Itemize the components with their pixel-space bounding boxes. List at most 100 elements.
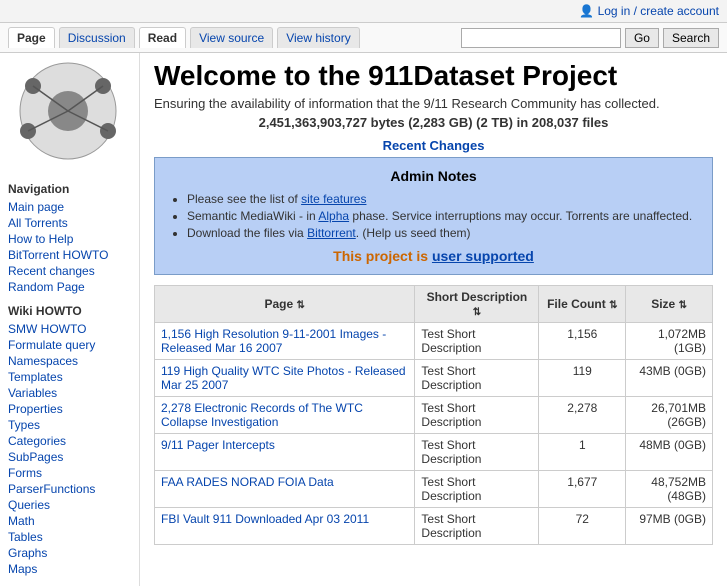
page-link[interactable]: 119 High Quality WTC Site Photos - Relea…	[161, 364, 406, 392]
sort-icon-desc: ⇅	[473, 307, 481, 318]
data-table: Page ⇅ Short Description ⇅ File Count ⇅ …	[154, 285, 713, 545]
bittorrent-link[interactable]: Bittorrent	[307, 226, 356, 240]
sidebar-nav-link[interactable]: How to Help	[8, 232, 131, 246]
search-button[interactable]: Search	[663, 28, 719, 48]
table-cell-page: 119 High Quality WTC Site Photos - Relea…	[155, 359, 415, 396]
sort-icon-size: ⇅	[679, 300, 687, 311]
sort-icon-page: ⇅	[297, 300, 305, 311]
table-row: 1,156 High Resolution 9-11-2001 Images -…	[155, 322, 713, 359]
table-cell-desc: Test Short Description	[415, 359, 539, 396]
wiki-links: SMW HOWTO Formulate query Namespaces Templa…	[8, 322, 131, 576]
sidebar-wiki-link[interactable]: Math	[8, 514, 131, 528]
nav-section-title: Navigation	[8, 182, 131, 196]
sidebar-wiki-link[interactable]: Formulate query	[8, 338, 131, 352]
supported-label: This project is	[333, 248, 432, 264]
table-body: 1,156 High Resolution 9-11-2001 Images -…	[155, 322, 713, 544]
page-title: Welcome to the 911Dataset Project	[154, 61, 713, 92]
tab-view-source[interactable]: View source	[190, 27, 273, 48]
table-cell-desc: Test Short Description	[415, 470, 539, 507]
table-cell-page: 9/11 Pager Intercepts	[155, 433, 415, 470]
search-input[interactable]	[461, 28, 621, 48]
table-cell-size: 48,752MB (48GB)	[626, 470, 713, 507]
sidebar: Navigation Main page All Torrents How to H…	[0, 53, 140, 586]
login-icon: 👤	[579, 4, 594, 18]
table-row: 9/11 Pager Intercepts Test Short Descript…	[155, 433, 713, 470]
sidebar-wiki-link[interactable]: Templates	[8, 370, 131, 384]
page-link[interactable]: 2,278 Electronic Records of The WTC Coll…	[161, 401, 363, 429]
admin-notes-title: Admin Notes	[169, 168, 698, 184]
admin-notes-list: Please see the list of site features Sem…	[169, 192, 698, 240]
alpha-link[interactable]: Alpha	[318, 209, 349, 223]
table-cell-desc: Test Short Description	[415, 322, 539, 359]
table-cell-count: 1,156	[539, 322, 626, 359]
table-cell-size: 26,701MB (26GB)	[626, 396, 713, 433]
user-supported-link[interactable]: user supported	[432, 248, 534, 264]
sidebar-wiki-link[interactable]: Categories	[8, 434, 131, 448]
sidebar-nav-link[interactable]: BitTorrent HOWTO	[8, 248, 131, 262]
table-cell-count: 1,677	[539, 470, 626, 507]
sidebar-wiki-link[interactable]: Tables	[8, 530, 131, 544]
top-bar: 👤 Log in / create account	[0, 0, 727, 23]
admin-box: Admin Notes Please see the list of site …	[154, 157, 713, 275]
sidebar-wiki-link[interactable]: ParserFunctions	[8, 482, 131, 496]
table-row: FAA RADES NORAD FOIA Data Test Short Desc…	[155, 470, 713, 507]
table-row: FBI Vault 911 Downloaded Apr 03 2011 Test…	[155, 507, 713, 544]
admin-note-3: Download the files via Bittorrent. (Help…	[187, 226, 698, 240]
sidebar-nav-link[interactable]: All Torrents	[8, 216, 131, 230]
table-cell-size: 97MB (0GB)	[626, 507, 713, 544]
wiki-section-title: Wiki HOWTO	[8, 304, 131, 318]
stats: 2,451,363,903,727 bytes (2,283 GB) (2 TB…	[154, 115, 713, 130]
admin-note-1: Please see the list of site features	[187, 192, 698, 206]
sidebar-wiki-link[interactable]: Namespaces	[8, 354, 131, 368]
recent-changes-link[interactable]: Recent Changes	[154, 138, 713, 153]
sidebar-wiki-link[interactable]: Properties	[8, 402, 131, 416]
sort-icon-count: ⇅	[609, 300, 617, 311]
tab-view-history[interactable]: View history	[277, 27, 359, 48]
table-cell-size: 1,072MB (1GB)	[626, 322, 713, 359]
site-features-link[interactable]: site features	[301, 192, 366, 206]
sidebar-nav-link[interactable]: Main page	[8, 200, 131, 214]
sidebar-wiki-link[interactable]: Variables	[8, 386, 131, 400]
tab-page[interactable]: Page	[8, 27, 55, 48]
tab-group: Page Discussion Read View source View hi…	[8, 27, 360, 48]
col-header-desc: Short Description ⇅	[415, 285, 539, 322]
go-button[interactable]: Go	[625, 28, 659, 48]
sidebar-wiki-link[interactable]: Queries	[8, 498, 131, 512]
sidebar-wiki-link[interactable]: Graphs	[8, 546, 131, 560]
admin-note-2: Semantic MediaWiki - in Alpha phase. Ser…	[187, 209, 698, 223]
sidebar-wiki-link[interactable]: SMW HOWTO	[8, 322, 131, 336]
login-link[interactable]: Log in / create account	[598, 4, 719, 18]
sidebar-wiki-link[interactable]: Forms	[8, 466, 131, 480]
search-group: Go Search	[461, 28, 719, 48]
sidebar-nav-link[interactable]: Random Page	[8, 280, 131, 294]
table-cell-count: 1	[539, 433, 626, 470]
page-link[interactable]: FAA RADES NORAD FOIA Data	[161, 475, 334, 489]
table-cell-page: 2,278 Electronic Records of The WTC Coll…	[155, 396, 415, 433]
page-link[interactable]: 9/11 Pager Intercepts	[161, 438, 275, 452]
table-cell-desc: Test Short Description	[415, 433, 539, 470]
sidebar-wiki-link[interactable]: Types	[8, 418, 131, 432]
supported-text: This project is user supported	[169, 248, 698, 264]
sidebar-nav-link[interactable]: Recent changes	[8, 264, 131, 278]
page-link[interactable]: FBI Vault 911 Downloaded Apr 03 2011	[161, 512, 369, 526]
sidebar-wiki-link[interactable]: Maps	[8, 562, 131, 576]
table-cell-count: 72	[539, 507, 626, 544]
table-row: 2,278 Electronic Records of The WTC Coll…	[155, 396, 713, 433]
table-row: 119 High Quality WTC Site Photos - Relea…	[155, 359, 713, 396]
subtitle: Ensuring the availability of information…	[154, 96, 713, 111]
main-content: Welcome to the 911Dataset Project Ensuri…	[140, 53, 727, 586]
sidebar-wiki-link[interactable]: SubPages	[8, 450, 131, 464]
table-cell-desc: Test Short Description	[415, 507, 539, 544]
page-link[interactable]: 1,156 High Resolution 9-11-2001 Images -…	[161, 327, 386, 355]
col-header-page: Page ⇅	[155, 285, 415, 322]
table-cell-page: FBI Vault 911 Downloaded Apr 03 2011	[155, 507, 415, 544]
table-cell-count: 119	[539, 359, 626, 396]
table-cell-desc: Test Short Description	[415, 396, 539, 433]
table-cell-page: 1,156 High Resolution 9-11-2001 Images -…	[155, 322, 415, 359]
col-header-size: Size ⇅	[626, 285, 713, 322]
tab-read[interactable]: Read	[139, 27, 186, 48]
tab-discussion[interactable]: Discussion	[59, 27, 135, 48]
table-cell-page: FAA RADES NORAD FOIA Data	[155, 470, 415, 507]
table-cell-size: 43MB (0GB)	[626, 359, 713, 396]
site-logo	[8, 61, 128, 161]
